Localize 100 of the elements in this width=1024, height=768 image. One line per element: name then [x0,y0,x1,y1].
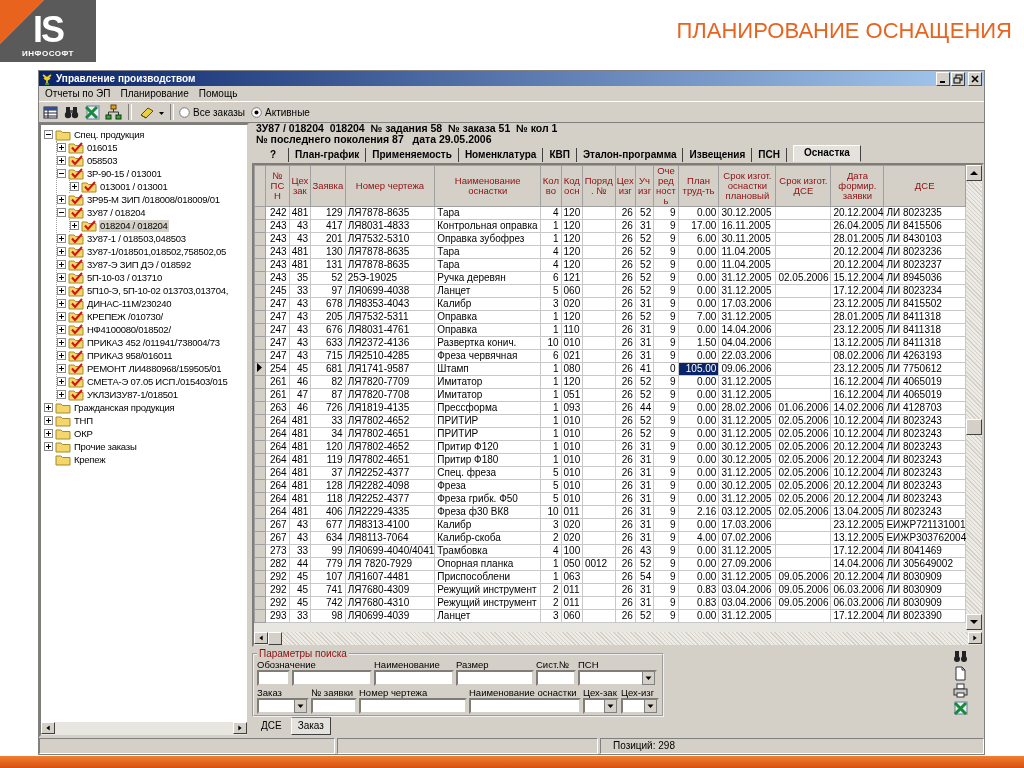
dropdown-field[interactable] [583,698,619,714]
dropdown-field[interactable] [257,698,309,714]
close-button[interactable] [968,71,982,86]
tree-item[interactable]: УКЛЗИЗУ87-1/018501 [86,388,179,401]
expand-icon[interactable] [57,260,66,269]
tab[interactable]: Заказ [290,717,331,735]
tree-item[interactable]: 013001 / 013001 [99,180,169,193]
expand-icon[interactable] [57,143,66,152]
input-field[interactable] [456,670,534,686]
expand-icon[interactable] [44,442,53,451]
tree-item[interactable]: 3Р95-М ЗИП /018008/018009/01 [86,193,221,206]
tab[interactable]: План-график [289,148,367,162]
menu-item[interactable]: Помощь [198,88,238,99]
tree-item[interactable]: 3У87-1/018501,018502,758502,05 [86,245,228,258]
collapse-icon[interactable] [57,208,66,217]
tree-item[interactable]: 3У87-Э ЗИП ДЭ / 018592 [86,258,192,271]
collapse-icon[interactable] [57,169,66,178]
scroll-left-button[interactable] [254,632,268,644]
scroll-right-button[interactable] [233,722,247,734]
expand-icon[interactable] [57,351,66,360]
tree-item[interactable]: Спец. продукция [73,128,146,141]
column-header[interactable]: Цех изг [615,165,636,207]
tree-item[interactable]: ТНП [73,414,94,427]
maximize-button[interactable] [951,71,965,86]
column-header[interactable]: Дата формир. заявки [830,165,884,207]
menu-item[interactable]: Планирование [120,88,189,99]
tab[interactable]: ПСН [752,148,787,162]
column-header[interactable]: Код осн [561,165,583,207]
printer-icon[interactable] [953,683,968,698]
minimize-button[interactable] [936,71,950,86]
tree-item[interactable]: ОКР [73,427,94,440]
scrollbar-thumb[interactable] [268,632,282,645]
expand-icon[interactable] [57,364,66,373]
document-icon[interactable] [953,666,968,681]
tree-item[interactable]: 5П-10-03 / 013710 [86,271,163,284]
input-field[interactable] [374,670,454,686]
scroll-left-button[interactable] [41,722,55,734]
tab[interactable]: ? [258,148,290,162]
tree-item[interactable]: Гражданская продукция [73,401,176,414]
tree-item[interactable]: 3Р-90-15 / 013001 [86,167,163,180]
tree-item[interactable]: 3У87 / 018204 [86,206,147,219]
scroll-right-button[interactable] [968,632,982,644]
spreadsheet-icon[interactable] [83,102,102,122]
tree-item[interactable]: НФ4100080/018502/ [86,323,172,336]
tab[interactable]: Оснастка [792,145,861,162]
tree-item[interactable]: РЕМОНТ ЛИ4880968/159505/01 [86,362,223,375]
expand-icon[interactable] [57,377,66,386]
column-header[interactable]: План труд-ть [678,165,719,207]
expand-icon[interactable] [44,403,53,412]
scroll-down-button[interactable] [966,614,982,630]
input-field[interactable] [359,698,467,714]
column-header[interactable]: Кол во [540,165,562,207]
expand-icon[interactable] [57,299,66,308]
column-header[interactable]: Срок изгот. ДСЕ [775,165,831,207]
expand-icon[interactable] [57,338,66,347]
tab[interactable]: Эталон-программа [576,148,684,162]
scroll-up-button[interactable] [966,165,982,181]
dropdown-field[interactable] [578,670,657,686]
radio-off[interactable] [179,106,190,118]
column-header[interactable]: Наименование оснастки [434,165,541,207]
expand-icon[interactable] [57,325,66,334]
tree-item[interactable]: Прочие заказы [73,440,138,453]
tab[interactable]: Извещения [683,148,753,162]
input-field[interactable] [469,698,581,714]
radio-label[interactable]: Все заказы [193,106,245,118]
tree-item[interactable]: Крепеж [73,453,107,466]
row-header[interactable] [254,362,266,376]
tree-item[interactable]: ПРИКАЗ 452 /011941/738004/73 [86,336,221,349]
expand-icon[interactable] [57,234,66,243]
column-header[interactable]: Заявка [310,165,346,207]
dropdown-field[interactable] [621,698,659,714]
radio-label[interactable]: Активные [265,106,310,118]
input-field[interactable] [292,670,372,686]
column-header[interactable]: Оче ред ность [653,165,679,207]
menu-item[interactable]: Отчеты по ЭП [45,88,111,99]
tab[interactable]: КВП [543,148,577,162]
expand-icon[interactable] [57,312,66,321]
binoculars-icon[interactable] [953,649,968,664]
collapse-icon[interactable] [44,130,53,139]
tree-item[interactable]: 018204 / 018204 [99,219,169,232]
scrollbar-thumb[interactable] [966,419,982,435]
radio-on[interactable] [251,106,262,118]
expand-icon[interactable] [57,156,66,165]
expand-icon[interactable] [44,416,53,425]
column-header[interactable]: Срок изгот. оснастки плановый [718,165,776,207]
tree-item[interactable]: 3У87-1 / 018503,048503 [86,232,187,245]
expand-icon[interactable] [57,273,66,282]
tab[interactable]: Применяемость [366,148,459,162]
tree-item[interactable]: 5П10-Э, 5П-10-02 013703,013704, [86,284,230,297]
column-header[interactable]: Номер чертежа [345,165,435,207]
input-field[interactable] [257,670,290,686]
expand-icon[interactable] [57,195,66,204]
tab[interactable]: Номенклатура [458,148,544,162]
expand-icon[interactable] [70,182,79,191]
expand-icon[interactable] [57,390,66,399]
expand-icon[interactable] [44,429,53,438]
column-header[interactable]: Поряд. № [582,165,616,207]
spreadsheet-icon[interactable] [953,700,968,715]
column-header[interactable]: ДСЕ [883,165,966,207]
expand-icon[interactable] [57,286,66,295]
